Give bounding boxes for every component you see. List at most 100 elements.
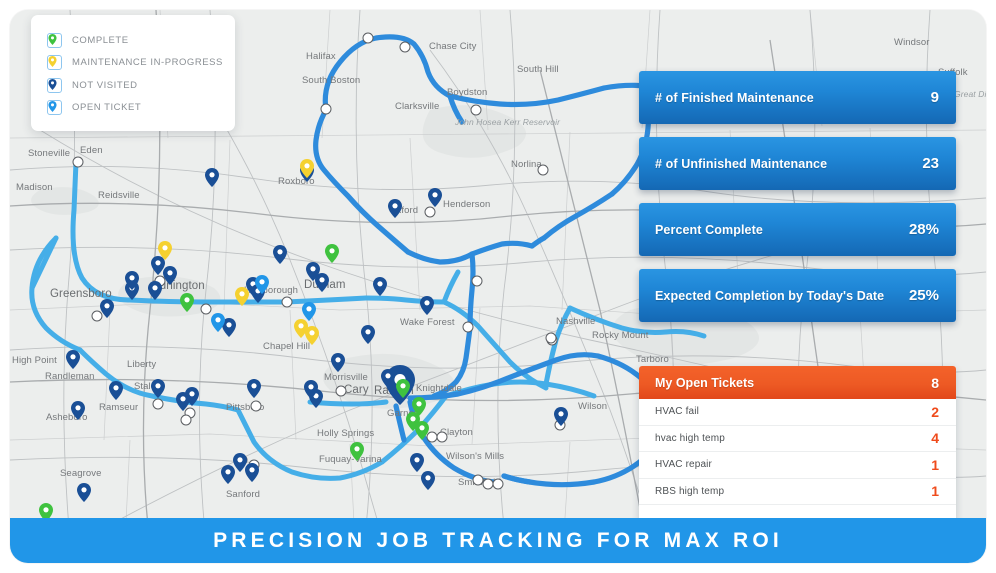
- route-waypoint[interactable]: [470, 104, 482, 116]
- job-pin-not-visited[interactable]: [420, 296, 434, 315]
- route-waypoint[interactable]: [250, 400, 262, 412]
- route-waypoint[interactable]: [362, 32, 374, 44]
- job-pin-not-visited[interactable]: [205, 168, 219, 187]
- route-waypoint[interactable]: [335, 385, 347, 397]
- open-tickets-header[interactable]: My Open Tickets 8: [639, 366, 956, 399]
- job-pin-not-visited[interactable]: [421, 471, 435, 490]
- job-pin-in-progress[interactable]: [300, 159, 314, 178]
- ticket-count: 1: [931, 456, 939, 473]
- job-pin-not-visited[interactable]: [381, 369, 395, 388]
- job-pin-not-visited[interactable]: [71, 401, 85, 420]
- route-waypoint[interactable]: [281, 296, 293, 308]
- route-waypoint[interactable]: [492, 478, 504, 490]
- kpi-card-finished-maintenance[interactable]: # of Finished Maintenance 9: [639, 71, 956, 124]
- table-row[interactable]: hvac high temp 4: [639, 426, 956, 452]
- ticket-name: hvac high temp: [655, 432, 725, 444]
- job-pin-in-progress[interactable]: [235, 287, 249, 306]
- kpi-card-unfinished-maintenance[interactable]: # of Unfinished Maintenance 23: [639, 137, 956, 190]
- ticket-name: HVAC repair: [655, 459, 713, 471]
- job-pin-open-ticket[interactable]: [211, 313, 225, 332]
- banner-headline: PRECISION JOB TRACKING FOR MAX ROI: [213, 528, 783, 552]
- job-pin-not-visited[interactable]: [163, 266, 177, 285]
- legend-item-in-progress[interactable]: MAINTENANCE IN-PROGRESS: [31, 52, 235, 75]
- map-pin-icon: [47, 76, 62, 93]
- route-waypoint[interactable]: [537, 164, 549, 176]
- job-pin-not-visited[interactable]: [245, 463, 259, 482]
- kpi-card-expected-completion[interactable]: Expected Completion by Today's Date 25%: [639, 269, 956, 322]
- job-pin-not-visited[interactable]: [66, 350, 80, 369]
- map-legend: COMPLETE MAINTENANCE IN-PROGRESS NOT VIS…: [31, 15, 235, 131]
- ticket-count: 4: [931, 430, 939, 447]
- kpi-label: Expected Completion by Today's Date: [655, 288, 885, 303]
- dashboard-frame: Halifax Chase City South Boston South Hi…: [0, 0, 996, 573]
- kpi-card-stack: # of Finished Maintenance 9 # of Unfinis…: [639, 71, 956, 335]
- route-waypoint[interactable]: [200, 303, 212, 315]
- job-pin-complete[interactable]: [350, 442, 364, 461]
- map-pin-icon: [47, 53, 62, 71]
- job-pin-not-visited[interactable]: [428, 188, 442, 207]
- legend-item-not-visited[interactable]: NOT VISITED: [31, 74, 235, 97]
- job-pin-not-visited[interactable]: [554, 407, 568, 426]
- job-pin-complete[interactable]: [396, 379, 410, 398]
- table-row[interactable]: HVAC fail 2: [639, 399, 956, 426]
- table-row[interactable]: HVAC repair 1: [639, 452, 956, 479]
- route-waypoint[interactable]: [471, 275, 483, 287]
- job-tracking-map[interactable]: Halifax Chase City South Boston South Hi…: [10, 10, 986, 563]
- ticket-name: HVAC fail: [655, 406, 699, 418]
- route-waypoint[interactable]: [72, 156, 84, 168]
- ticket-name: RBS high temp: [655, 485, 725, 497]
- legend-label: COMPLETE: [72, 34, 129, 46]
- kpi-label: # of Unfinished Maintenance: [655, 156, 828, 171]
- job-pin-not-visited[interactable]: [100, 299, 114, 318]
- job-pin-not-visited[interactable]: [109, 381, 123, 400]
- job-pin-not-visited[interactable]: [125, 271, 139, 290]
- job-pin-not-visited[interactable]: [388, 199, 402, 218]
- job-pin-open-ticket[interactable]: [302, 302, 316, 321]
- job-pin-complete[interactable]: [415, 421, 429, 440]
- job-pin-not-visited[interactable]: [410, 453, 424, 472]
- open-tickets-title: My Open Tickets: [655, 375, 755, 390]
- job-pin-not-visited[interactable]: [247, 379, 261, 398]
- route-waypoint[interactable]: [320, 103, 332, 115]
- legend-label: NOT VISITED: [72, 79, 138, 91]
- route-waypoint[interactable]: [545, 332, 557, 344]
- job-pin-in-progress[interactable]: [158, 241, 172, 260]
- route-waypoint[interactable]: [399, 41, 411, 53]
- job-pin-not-visited[interactable]: [361, 325, 375, 344]
- job-pin-open-ticket[interactable]: [255, 275, 269, 294]
- job-pin-complete[interactable]: [180, 293, 194, 312]
- route-waypoint[interactable]: [180, 414, 192, 426]
- legend-item-complete[interactable]: COMPLETE: [31, 29, 235, 52]
- kpi-value: 23: [922, 155, 939, 172]
- job-pin-not-visited[interactable]: [148, 281, 162, 300]
- job-pin-not-visited[interactable]: [373, 277, 387, 296]
- map-pin-icon: [47, 31, 62, 48]
- job-pin-not-visited[interactable]: [185, 387, 199, 406]
- route-waypoint[interactable]: [152, 398, 164, 410]
- open-tickets-panel: My Open Tickets 8 HVAC fail 2 hvac high …: [639, 366, 956, 521]
- kpi-value: 9: [930, 89, 939, 106]
- open-tickets-count: 8: [931, 374, 939, 391]
- route-waypoint[interactable]: [462, 321, 474, 333]
- kpi-card-percent-complete[interactable]: Percent Complete 28%: [639, 203, 956, 256]
- legend-label: OPEN TICKET: [72, 102, 142, 114]
- dashboard-canvas: Halifax Chase City South Boston South Hi…: [10, 10, 986, 563]
- job-pin-not-visited[interactable]: [273, 245, 287, 264]
- kpi-label: # of Finished Maintenance: [655, 90, 814, 105]
- job-pin-not-visited[interactable]: [77, 483, 91, 502]
- legend-label: MAINTENANCE IN-PROGRESS: [72, 57, 223, 69]
- map-pin-icon: [47, 98, 62, 116]
- legend-item-open-ticket[interactable]: OPEN TICKET: [31, 97, 235, 120]
- job-pin-complete[interactable]: [325, 244, 339, 263]
- job-pin-not-visited[interactable]: [151, 379, 165, 398]
- route-waypoint[interactable]: [436, 431, 448, 443]
- job-pin-in-progress[interactable]: [294, 319, 308, 338]
- route-waypoint[interactable]: [424, 206, 436, 218]
- job-pin-not-visited[interactable]: [304, 380, 318, 399]
- kpi-value: 28%: [908, 221, 939, 238]
- job-pin-not-visited[interactable]: [221, 465, 235, 484]
- kpi-label: Percent Complete: [655, 222, 763, 237]
- job-pin-not-visited[interactable]: [306, 262, 320, 281]
- job-pin-not-visited[interactable]: [331, 353, 345, 372]
- table-row[interactable]: RBS high temp 1: [639, 479, 956, 505]
